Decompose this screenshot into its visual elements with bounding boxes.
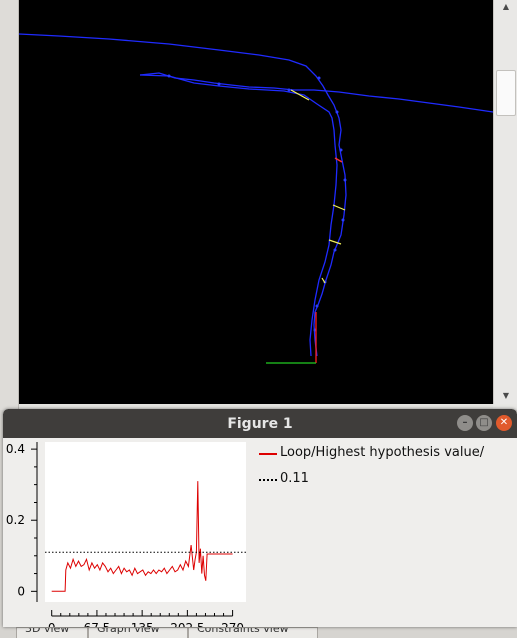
y-tick-label: 0	[17, 584, 25, 598]
figure-title: Figure 1	[227, 416, 293, 432]
figure-window: Figure 1 – □ ✕ 0 0.2 0.4 0 67.5 135 202.5 270 L…	[3, 409, 517, 627]
x-tick-label: 0	[48, 621, 56, 627]
scrollbar-thumb[interactable]	[496, 70, 516, 116]
side-panel-strip	[0, 0, 19, 410]
close-button[interactable]: ✕	[496, 415, 512, 431]
x-tick-label: 270	[221, 621, 244, 627]
x-tick-label: 202.5	[170, 621, 204, 627]
trajectory-path-upper	[139, 72, 493, 113]
x-tick-label: 67.5	[84, 621, 111, 627]
maximize-button[interactable]: □	[476, 415, 492, 431]
tab-graph-view-label: Graph view	[97, 627, 160, 635]
maximize-icon: □	[479, 417, 489, 428]
legend-label-threshold: 0.11	[280, 471, 309, 486]
hypothesis-chart: 0 0.2 0.4 0 67.5 135 202.5 270	[6, 442, 246, 627]
legend-swatch-threshold	[259, 479, 277, 481]
tab-constraints-view-label: Constraints view	[197, 627, 289, 635]
legend-swatch-loop	[259, 453, 277, 455]
trajectory-path-main	[19, 33, 347, 357]
view-tabs: 3D view Graph view Constraints view	[0, 627, 517, 638]
tab-3d-view[interactable]: 3D view	[16, 627, 88, 638]
tab-3d-view-label: 3D view	[25, 627, 70, 635]
close-icon: ✕	[499, 417, 509, 428]
tab-constraints-view[interactable]: Constraints view	[188, 627, 318, 638]
tab-graph-view[interactable]: Graph view	[88, 627, 188, 638]
plot-background	[45, 442, 246, 602]
minimize-button[interactable]: –	[457, 415, 473, 431]
figure-titlebar[interactable]: Figure 1 – □ ✕	[3, 409, 517, 438]
map-vertical-scrollbar[interactable]: ▲ ▼	[493, 0, 517, 404]
map-window: ▲ ▼	[0, 0, 517, 410]
loop-closure-link	[321, 277, 326, 284]
scroll-down-arrow-icon[interactable]: ▼	[494, 389, 517, 403]
trajectory-nodes	[167, 74, 347, 332]
plot-area: 0 0.2 0.4 0 67.5 135 202.5 270 Loop/Highest hyp…	[3, 438, 517, 627]
loop-closure-link	[290, 89, 310, 101]
x-tick-label: 135	[131, 621, 154, 627]
y-tick-label: 0.2	[6, 513, 25, 527]
loop-closure-link	[332, 204, 346, 211]
legend-label-loop: Loop/Highest hypothesis value/	[280, 445, 485, 460]
scroll-up-arrow-icon[interactable]: ▲	[494, 0, 517, 14]
y-tick-label: 0.4	[6, 442, 25, 456]
trajectory-3d-view[interactable]	[19, 0, 493, 404]
minimize-icon: –	[462, 417, 468, 428]
trajectory-canvas	[19, 33, 493, 364]
